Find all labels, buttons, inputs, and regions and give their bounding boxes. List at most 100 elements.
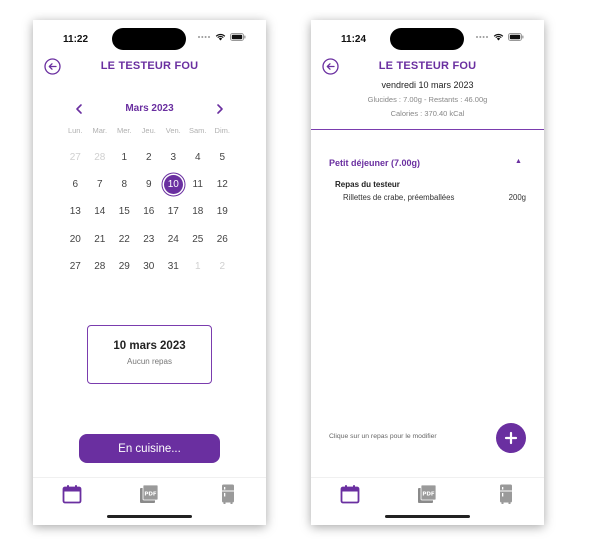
calendar-day-number: 10 [163, 175, 183, 195]
home-indicator [385, 515, 470, 518]
status-icons [197, 33, 246, 41]
calendar-day-number: 7 [96, 179, 103, 191]
calendar-day-number: 27 [69, 152, 81, 164]
calendar-day[interactable]: 28 [88, 253, 113, 280]
calendar-day[interactable]: 7 [88, 171, 113, 198]
calendar-day[interactable]: 25 [186, 226, 211, 253]
add-meal-button[interactable] [496, 423, 526, 453]
home-indicator [107, 515, 192, 518]
dynamic-island [390, 28, 464, 50]
weekday-label: Lun. [67, 126, 83, 135]
calendar-day[interactable]: 23 [137, 226, 162, 253]
calendar-day[interactable]: 27 [63, 253, 88, 280]
app-title: LE TESTEUR FOU [100, 60, 199, 72]
calendar-day: 1 [186, 253, 211, 280]
calendar-day[interactable]: 26 [210, 226, 235, 253]
calendar-day[interactable]: 24 [161, 226, 186, 253]
calendar-day[interactable]: 15 [112, 198, 137, 225]
calendar-icon[interactable] [61, 483, 83, 505]
calendar-day[interactable]: 4 [186, 144, 211, 171]
calendar-day-number: 15 [118, 206, 130, 218]
meal-name[interactable]: Repas du testeur [335, 180, 400, 189]
calendar-icon[interactable] [339, 483, 361, 505]
calendar-day[interactable]: 2 [137, 144, 162, 171]
calendar-day[interactable]: 8 [112, 171, 137, 198]
dynamic-island [112, 28, 186, 50]
calendar-day: 27 [63, 144, 88, 171]
calendar-day-number: 2 [145, 152, 152, 164]
calendar-day[interactable]: 21 [88, 226, 113, 253]
calendar-day[interactable]: 19 [210, 198, 235, 225]
calendar-day[interactable]: 31 [161, 253, 186, 280]
calendar-day[interactable]: 30 [137, 253, 162, 280]
food-item-name: Rillettes de crabe, préemballées [343, 193, 455, 202]
calendar-day[interactable]: 9 [137, 171, 162, 198]
calendar-day-number: 3 [170, 152, 177, 164]
calendar-day-number: 24 [167, 233, 179, 245]
calendar-day[interactable]: 3 [161, 144, 186, 171]
svg-text:PDF: PDF [144, 492, 157, 498]
wifi-icon [215, 33, 226, 41]
battery-icon [230, 33, 246, 41]
weekday-label: Mer. [116, 126, 132, 135]
weekday-label: Jeu. [141, 126, 156, 135]
chevron-right-icon[interactable] [214, 102, 226, 116]
calendar-day-number: 25 [192, 233, 204, 245]
calendar-day-number: 22 [118, 233, 130, 245]
calendar-day[interactable]: 6 [63, 171, 88, 198]
status-icons [475, 33, 524, 41]
status-time: 11:22 [63, 34, 89, 45]
calendar-day[interactable]: 14 [88, 198, 113, 225]
status-time: 11:24 [341, 34, 367, 45]
glucides-summary: Glucides : 7.00g - Restants : 46.00g [367, 95, 488, 104]
cook-button[interactable]: En cuisine... [79, 434, 220, 463]
weekday-label: Sam. [188, 126, 207, 135]
calendar-day[interactable]: 12 [210, 171, 235, 198]
selected-day-date: vendredi 10 mars 2023 [381, 80, 474, 90]
pdf-icon[interactable]: PDF [138, 483, 160, 505]
calories-summary: Calories : 370.40 kCal [390, 109, 465, 118]
calendar-day-number: 5 [219, 152, 226, 164]
calendar-day-number: 13 [69, 206, 81, 218]
calendar-day-number: 9 [145, 179, 152, 191]
calendar-day[interactable]: 13 [63, 198, 88, 225]
fridge-icon[interactable] [495, 483, 517, 505]
calendar-grid: 27 28 1 2 3 4 5 6 7 8 9 10 11 12 13 14 15 16 17 18 19 20 21 22 2… [63, 144, 235, 280]
month-label: Mars 2023 [125, 103, 174, 114]
calendar-day-number: 23 [143, 233, 155, 245]
plus-icon [504, 431, 518, 445]
calendar-day[interactable]: 22 [112, 226, 137, 253]
day-summary-subtitle: Aucun repas [127, 357, 172, 366]
calendar-day-number: 19 [216, 206, 228, 218]
calendar-day: 2 [210, 253, 235, 280]
calendar-day[interactable]: 16 [137, 198, 162, 225]
collapse-triangle-icon[interactable]: ▲ [515, 158, 522, 165]
calendar-day-number: 14 [94, 206, 106, 218]
calendar-day-number: 29 [118, 260, 130, 272]
calendar-day[interactable]: 18 [186, 198, 211, 225]
calendar-day-number: 2 [219, 260, 226, 272]
calendar-day: 28 [88, 144, 113, 171]
calendar-day-selected[interactable]: 10 [161, 171, 186, 198]
day-summary-card[interactable]: 10 mars 2023 Aucun repas [87, 325, 212, 384]
calendar-day-number: 28 [94, 260, 106, 272]
calendar-day[interactable]: 29 [112, 253, 137, 280]
fridge-icon[interactable] [217, 483, 239, 505]
header-divider [311, 129, 544, 130]
calendar-day[interactable]: 11 [186, 171, 211, 198]
day-summary-date: 10 mars 2023 [113, 340, 186, 352]
pdf-icon[interactable]: PDF [416, 483, 438, 505]
edit-hint: Clique sur un repas pour le modifier [329, 433, 437, 440]
calendar-day-number: 6 [72, 179, 79, 191]
calendar-day[interactable]: 5 [210, 144, 235, 171]
app-title: LE TESTEUR FOU [378, 60, 477, 72]
calendar-day-number: 1 [121, 152, 128, 164]
calendar-day[interactable]: 17 [161, 198, 186, 225]
calendar-day-number: 30 [143, 260, 155, 272]
calendar-day-number: 4 [194, 152, 201, 164]
meal-section-title[interactable]: Petit déjeuner (7.00g) [329, 158, 420, 168]
calendar-day[interactable]: 20 [63, 226, 88, 253]
phone-day-detail-screen: 11:24 LE TESTEUR FOU vendredi 10 mars 20… [311, 20, 544, 525]
calendar-day-number: 11 [192, 179, 203, 191]
calendar-day[interactable]: 1 [112, 144, 137, 171]
